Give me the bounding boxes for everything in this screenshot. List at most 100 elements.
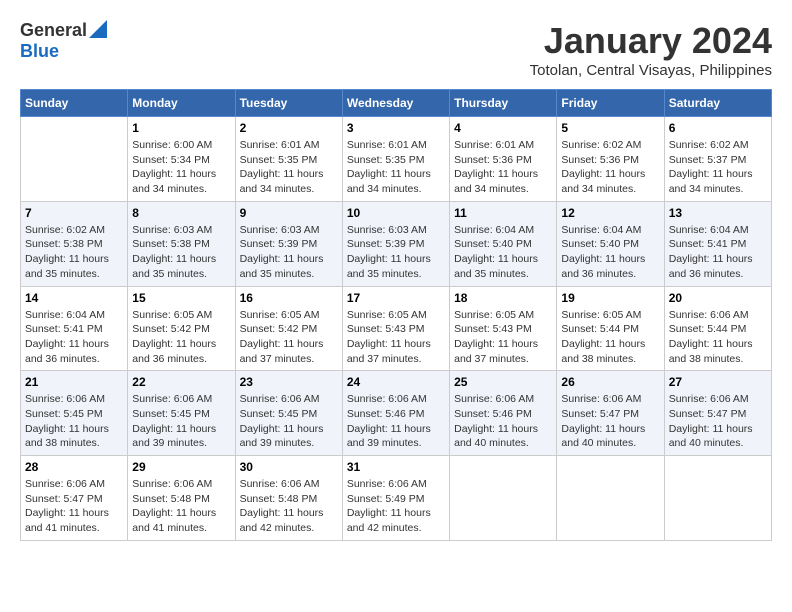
calendar-week-row: 28 Sunrise: 6:06 AMSunset: 5:47 PMDayligh…	[21, 456, 772, 541]
title-block: January 2024 Totolan, Central Visayas, P…	[530, 20, 772, 79]
day-number: 25	[454, 375, 552, 389]
day-info: Sunrise: 6:02 AMSunset: 5:37 PMDaylight:…	[669, 138, 767, 197]
day-info: Sunrise: 6:05 AMSunset: 5:44 PMDaylight:…	[561, 308, 659, 367]
day-info: Sunrise: 6:06 AMSunset: 5:47 PMDaylight:…	[561, 392, 659, 451]
day-info: Sunrise: 6:05 AMSunset: 5:43 PMDaylight:…	[347, 308, 445, 367]
day-number: 12	[561, 206, 659, 220]
day-info: Sunrise: 6:01 AMSunset: 5:36 PMDaylight:…	[454, 138, 552, 197]
calendar-cell: 17 Sunrise: 6:05 AMSunset: 5:43 PMDayligh…	[342, 286, 449, 371]
day-number: 8	[132, 206, 230, 220]
calendar-cell: 21 Sunrise: 6:06 AMSunset: 5:45 PMDayligh…	[21, 371, 128, 456]
day-number: 17	[347, 291, 445, 305]
day-info: Sunrise: 6:05 AMSunset: 5:43 PMDaylight:…	[454, 308, 552, 367]
calendar-cell: 6 Sunrise: 6:02 AMSunset: 5:37 PMDaylight…	[664, 117, 771, 202]
day-info: Sunrise: 6:04 AMSunset: 5:40 PMDaylight:…	[454, 223, 552, 282]
day-number: 19	[561, 291, 659, 305]
calendar-cell: 18Sunrise: 6:05 AMSunset: 5:43 PMDayligh…	[450, 286, 557, 371]
calendar-cell: 20 Sunrise: 6:06 AMSunset: 5:44 PMDayligh…	[664, 286, 771, 371]
calendar-cell: 10Sunrise: 6:03 AMSunset: 5:39 PMDayligh…	[342, 201, 449, 286]
day-number: 5	[561, 121, 659, 135]
day-number: 26	[561, 375, 659, 389]
calendar-cell	[450, 456, 557, 541]
calendar-cell	[664, 456, 771, 541]
day-header-saturday: Saturday	[664, 90, 771, 117]
calendar-week-row: 21 Sunrise: 6:06 AMSunset: 5:45 PMDayligh…	[21, 371, 772, 456]
calendar-cell: 11 Sunrise: 6:04 AMSunset: 5:40 PMDayligh…	[450, 201, 557, 286]
day-number: 9	[240, 206, 338, 220]
day-header-wednesday: Wednesday	[342, 90, 449, 117]
calendar-cell: 13Sunrise: 6:04 AMSunset: 5:41 PMDayligh…	[664, 201, 771, 286]
day-info: Sunrise: 6:06 AMSunset: 5:45 PMDaylight:…	[132, 392, 230, 451]
calendar-cell: 22 Sunrise: 6:06 AMSunset: 5:45 PMDayligh…	[128, 371, 235, 456]
day-info: Sunrise: 6:05 AMSunset: 5:42 PMDaylight:…	[240, 308, 338, 367]
calendar-cell	[557, 456, 664, 541]
day-number: 21	[25, 375, 123, 389]
day-header-monday: Monday	[128, 90, 235, 117]
calendar-cell: 8 Sunrise: 6:03 AMSunset: 5:38 PMDaylight…	[128, 201, 235, 286]
day-number: 30	[240, 460, 338, 474]
day-info: Sunrise: 6:06 AMSunset: 5:47 PMDaylight:…	[25, 477, 123, 536]
day-info: Sunrise: 6:02 AMSunset: 5:36 PMDaylight:…	[561, 138, 659, 197]
day-info: Sunrise: 6:04 AMSunset: 5:40 PMDaylight:…	[561, 223, 659, 282]
day-info: Sunrise: 6:06 AMSunset: 5:47 PMDaylight:…	[669, 392, 767, 451]
calendar-cell: 15 Sunrise: 6:05 AMSunset: 5:42 PMDayligh…	[128, 286, 235, 371]
day-number: 16	[240, 291, 338, 305]
day-number: 3	[347, 121, 445, 135]
day-info: Sunrise: 6:06 AMSunset: 5:44 PMDaylight:…	[669, 308, 767, 367]
day-number: 14	[25, 291, 123, 305]
day-number: 28	[25, 460, 123, 474]
calendar-cell: 25 Sunrise: 6:06 AMSunset: 5:46 PMDayligh…	[450, 371, 557, 456]
calendar-week-row: 1 Sunrise: 6:00 AMSunset: 5:34 PMDaylight…	[21, 117, 772, 202]
calendar-cell: 31Sunrise: 6:06 AMSunset: 5:49 PMDayligh…	[342, 456, 449, 541]
day-number: 10	[347, 206, 445, 220]
day-number: 1	[132, 121, 230, 135]
calendar-cell: 1 Sunrise: 6:00 AMSunset: 5:34 PMDaylight…	[128, 117, 235, 202]
day-header-thursday: Thursday	[450, 90, 557, 117]
day-info: Sunrise: 6:00 AMSunset: 5:34 PMDaylight:…	[132, 138, 230, 197]
calendar-cell: 4 Sunrise: 6:01 AMSunset: 5:36 PMDaylight…	[450, 117, 557, 202]
calendar-cell: 19 Sunrise: 6:05 AMSunset: 5:44 PMDayligh…	[557, 286, 664, 371]
calendar-week-row: 7 Sunrise: 6:02 AMSunset: 5:38 PMDaylight…	[21, 201, 772, 286]
calendar-cell: 30 Sunrise: 6:06 AMSunset: 5:48 PMDayligh…	[235, 456, 342, 541]
day-number: 13	[669, 206, 767, 220]
calendar-cell: 27Sunrise: 6:06 AMSunset: 5:47 PMDayligh…	[664, 371, 771, 456]
day-number: 23	[240, 375, 338, 389]
day-info: Sunrise: 6:06 AMSunset: 5:45 PMDaylight:…	[240, 392, 338, 451]
location: Totolan, Central Visayas, Philippines	[530, 62, 772, 79]
calendar-cell: 23 Sunrise: 6:06 AMSunset: 5:45 PMDayligh…	[235, 371, 342, 456]
day-number: 11	[454, 206, 552, 220]
day-number: 15	[132, 291, 230, 305]
calendar-cell: 9 Sunrise: 6:03 AMSunset: 5:39 PMDaylight…	[235, 201, 342, 286]
day-info: Sunrise: 6:06 AMSunset: 5:45 PMDaylight:…	[25, 392, 123, 451]
calendar-cell: 24Sunrise: 6:06 AMSunset: 5:46 PMDayligh…	[342, 371, 449, 456]
logo: General Blue	[20, 20, 107, 62]
day-number: 22	[132, 375, 230, 389]
calendar-cell: 16 Sunrise: 6:05 AMSunset: 5:42 PMDayligh…	[235, 286, 342, 371]
calendar-table: SundayMondayTuesdayWednesdayThursdayFrid…	[20, 89, 772, 541]
day-number: 31	[347, 460, 445, 474]
calendar-cell: 28 Sunrise: 6:06 AMSunset: 5:47 PMDayligh…	[21, 456, 128, 541]
month-title: January 2024	[530, 20, 772, 62]
day-info: Sunrise: 6:03 AMSunset: 5:39 PMDaylight:…	[240, 223, 338, 282]
day-number: 6	[669, 121, 767, 135]
logo-triangle-icon	[89, 20, 107, 38]
day-number: 2	[240, 121, 338, 135]
day-info: Sunrise: 6:02 AMSunset: 5:38 PMDaylight:…	[25, 223, 123, 282]
day-number: 7	[25, 206, 123, 220]
day-number: 20	[669, 291, 767, 305]
day-info: Sunrise: 6:06 AMSunset: 5:46 PMDaylight:…	[454, 392, 552, 451]
calendar-header-row: SundayMondayTuesdayWednesdayThursdayFrid…	[21, 90, 772, 117]
day-number: 4	[454, 121, 552, 135]
day-info: Sunrise: 6:06 AMSunset: 5:48 PMDaylight:…	[240, 477, 338, 536]
calendar-week-row: 14Sunrise: 6:04 AMSunset: 5:41 PMDayligh…	[21, 286, 772, 371]
calendar-cell: 5 Sunrise: 6:02 AMSunset: 5:36 PMDaylight…	[557, 117, 664, 202]
day-info: Sunrise: 6:06 AMSunset: 5:46 PMDaylight:…	[347, 392, 445, 451]
day-header-sunday: Sunday	[21, 90, 128, 117]
calendar-cell: 29 Sunrise: 6:06 AMSunset: 5:48 PMDayligh…	[128, 456, 235, 541]
day-info: Sunrise: 6:05 AMSunset: 5:42 PMDaylight:…	[132, 308, 230, 367]
calendar-cell: 7 Sunrise: 6:02 AMSunset: 5:38 PMDaylight…	[21, 201, 128, 286]
day-info: Sunrise: 6:01 AMSunset: 5:35 PMDaylight:…	[240, 138, 338, 197]
day-number: 29	[132, 460, 230, 474]
day-info: Sunrise: 6:06 AMSunset: 5:48 PMDaylight:…	[132, 477, 230, 536]
day-info: Sunrise: 6:03 AMSunset: 5:38 PMDaylight:…	[132, 223, 230, 282]
